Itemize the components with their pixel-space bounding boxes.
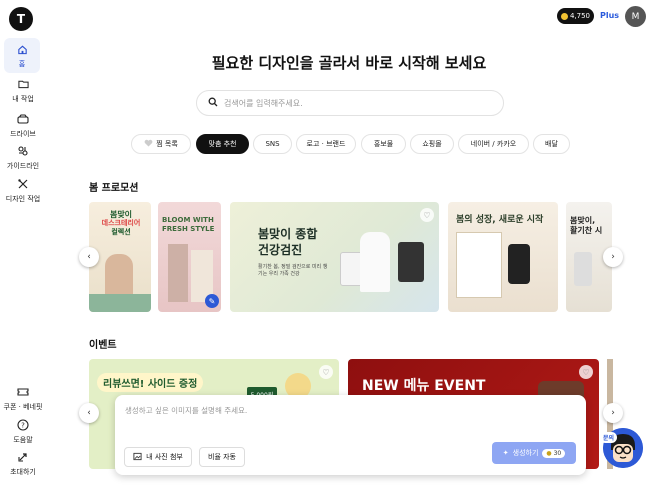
- promo-card-title: 봄맞이 종합: [258, 227, 318, 241]
- coin-icon: [560, 12, 568, 20]
- avatar[interactable]: M: [625, 6, 646, 27]
- sidebar-item-label: 드라이브: [10, 130, 36, 138]
- app-logo[interactable]: T: [9, 7, 33, 31]
- sidebar-item-label: 초대하기: [10, 468, 36, 476]
- promo-card-title: 봄의 성장, 새로운 시작: [456, 215, 544, 225]
- heart-icon[interactable]: ♡: [319, 365, 333, 379]
- promo-card-title: 활기찬 시: [570, 226, 603, 235]
- promo-card-body: 활기찬 봄, 정밀 검진으로 미리 챙기는 우리 가족 건강: [258, 264, 328, 277]
- search-icon: [208, 97, 218, 109]
- promo-card-title: 컬렉션: [111, 228, 131, 236]
- chip-delivery[interactable]: 배달: [533, 134, 570, 154]
- generate-cost-badge: ● 30: [542, 448, 566, 458]
- sparkle-icon: ✦: [502, 449, 509, 457]
- event-card-title: NEW 메뉴 EVENT: [362, 378, 486, 394]
- promo-card-title: 건강검진: [258, 243, 303, 257]
- sidebar-item-label: 내 작업: [12, 95, 34, 103]
- carousel-prev-button[interactable]: ‹: [79, 247, 99, 267]
- search-bar[interactable]: 검색어를 입력해주세요.: [196, 90, 504, 116]
- event-next-button[interactable]: ›: [603, 403, 623, 423]
- sidebar-item-label: 도움말: [13, 436, 33, 444]
- heart-icon[interactable]: ♡: [420, 208, 434, 222]
- sidebar-item-label: 가이드라인: [6, 162, 40, 170]
- promo-card-title: FRESH STYLE: [162, 225, 215, 233]
- ai-prompt-panel: 생성하고 싶은 이미지를 설명해 주세요. 내 사진 첨부 비율 자동 ✦ 생성…: [115, 395, 586, 475]
- ticket-icon: [16, 385, 30, 399]
- sidebar-item-label: 쿠폰 · 베네핏: [3, 403, 43, 411]
- phone-illustration: [574, 252, 592, 286]
- help-badge: 문의: [600, 432, 618, 443]
- credit-amount: 4,750: [569, 12, 591, 20]
- poster-illustration: [456, 232, 502, 298]
- sidebar-item-drive[interactable]: 드라이브: [0, 112, 46, 139]
- chip-sns[interactable]: SNS: [253, 134, 292, 154]
- promo-card-growth[interactable]: 봄의 성장, 새로운 시작: [448, 202, 558, 312]
- chip-logo-brand[interactable]: 로고 · 브랜드: [296, 134, 356, 154]
- chip-shopping[interactable]: 쇼핑몰: [410, 134, 454, 154]
- sidebar-item-guideline[interactable]: 가이드라인: [0, 144, 46, 171]
- sidebar-item-invite[interactable]: 초대하기: [0, 450, 46, 477]
- attach-photo-label: 내 사진 첨부: [146, 453, 183, 461]
- edit-icon[interactable]: ✎: [205, 294, 219, 308]
- promo-card-title: 봄맞이,: [570, 216, 596, 225]
- sidebar: T 홈 내 작업 드라이브 가이드라인 디자인 작업 쿠폰 · 베네핏 ? 도움…: [0, 0, 46, 492]
- promo-card-health[interactable]: 봄맞이 종합 건강검진 활기찬 봄, 정밀 검진으로 미리 챙기는 우리 가족 …: [230, 202, 439, 312]
- heart-icon[interactable]: ♡: [579, 365, 593, 379]
- sidebar-item-my-work[interactable]: 내 작업: [0, 77, 46, 104]
- folder-icon: [16, 77, 30, 91]
- chip-wishlist[interactable]: 찜 목록: [131, 134, 191, 154]
- promo-card-title: 봄맞이: [109, 210, 133, 219]
- promo-card-title: 데스크테리어: [101, 219, 141, 227]
- invite-icon: [16, 450, 30, 464]
- chip-promo[interactable]: 홍보물: [361, 134, 406, 154]
- page-title: 필요한 디자인을 골라서 바로 시작해 보세요: [211, 54, 487, 72]
- promo-card-bloom[interactable]: BLOOM WITH FRESH STYLE ✎: [158, 202, 221, 312]
- sidebar-item-coupon[interactable]: 쿠폰 · 베네핏: [0, 385, 46, 412]
- credit-badge[interactable]: 4,750: [557, 8, 594, 24]
- sidebar-item-help[interactable]: ? 도움말: [0, 418, 46, 445]
- svg-text:?: ?: [21, 422, 25, 430]
- help-icon: ?: [16, 418, 30, 432]
- patient-illustration: [398, 242, 424, 282]
- app-root: T 홈 내 작업 드라이브 가이드라인 디자인 작업 쿠폰 · 베네핏 ? 도움…: [0, 0, 658, 492]
- clothing-illustration: [168, 244, 188, 302]
- promo-section-title: 봄 프로모션: [89, 183, 139, 194]
- design-tools-icon: [16, 177, 30, 191]
- event-card-title: 리뷰쓰면! 사이드 증정: [97, 373, 204, 392]
- plus-link[interactable]: Plus: [600, 11, 619, 20]
- sidebar-item-label: 디자인 작업: [5, 195, 41, 203]
- chip-recommended[interactable]: 맞춤 추천: [196, 134, 249, 154]
- generate-button[interactable]: ✦ 생성하기 ● 30: [492, 442, 576, 464]
- ratio-auto-button[interactable]: 비율 자동: [199, 447, 245, 467]
- heart-icon: [144, 139, 153, 149]
- doctor-illustration: [360, 232, 390, 292]
- coin-icon: ●: [546, 449, 552, 457]
- search-input[interactable]: 검색어를 입력해주세요.: [224, 98, 303, 109]
- desk-illustration: [89, 294, 151, 312]
- generate-cost: 30: [553, 449, 562, 457]
- promo-card-title: BLOOM WITH: [162, 216, 214, 224]
- event-prev-button[interactable]: ‹: [79, 403, 99, 423]
- carousel-next-button[interactable]: ›: [603, 247, 623, 267]
- chip-label: 찜 목록: [156, 140, 178, 148]
- chip-naver-kakao[interactable]: 네이버 / 카카오: [458, 134, 529, 154]
- phone-illustration: [508, 244, 530, 284]
- event-section-title: 이벤트: [89, 340, 117, 351]
- guideline-icon: [16, 144, 30, 158]
- sidebar-item-design-work[interactable]: 디자인 작업: [0, 177, 46, 204]
- image-icon: [133, 452, 142, 463]
- generate-label: 생성하기: [512, 449, 539, 457]
- prompt-input[interactable]: 생성하고 싶은 이미지를 설명해 주세요.: [125, 405, 247, 416]
- attach-photo-button[interactable]: 내 사진 첨부: [124, 447, 192, 467]
- drive-icon: [16, 112, 30, 126]
